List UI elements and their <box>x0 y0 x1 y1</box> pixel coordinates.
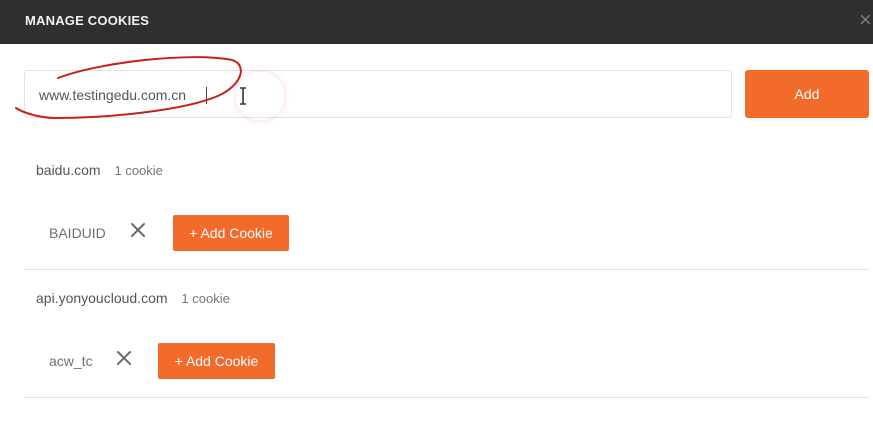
manage-cookies-modal: MANAGE COOKIES × Add baidu.com 1 cookie … <box>0 0 873 431</box>
modal-title: MANAGE COOKIES <box>25 13 150 28</box>
domain-input-field[interactable] <box>24 70 732 118</box>
remove-cookie-x-icon[interactable] <box>116 350 132 366</box>
add-cookie-button[interactable]: + Add Cookie <box>158 343 275 379</box>
domain-name: api.yonyoucloud.com <box>36 290 168 306</box>
domain-header: baidu.com 1 cookie <box>36 162 163 178</box>
domain-header: api.yonyoucloud.com 1 cookie <box>36 290 230 306</box>
cookie-name-tag[interactable]: BAIDUID <box>49 225 106 241</box>
text-cursor-icon <box>240 87 246 105</box>
cookie-count: 1 cookie <box>114 163 163 178</box>
add-cookie-button[interactable]: + Add Cookie <box>173 215 289 251</box>
close-icon[interactable]: × <box>859 9 873 31</box>
cookie-name-tag[interactable]: acw_tc <box>49 353 93 369</box>
text-caret <box>206 87 207 104</box>
domain-name: baidu.com <box>36 162 101 178</box>
modal-header: MANAGE COOKIES × <box>0 0 873 44</box>
divider <box>24 269 869 270</box>
domain-input[interactable] <box>39 84 639 106</box>
remove-cookie-x-icon[interactable] <box>130 222 146 238</box>
divider <box>24 397 869 398</box>
add-domain-button[interactable]: Add <box>745 70 869 118</box>
cookie-count: 1 cookie <box>181 291 230 306</box>
